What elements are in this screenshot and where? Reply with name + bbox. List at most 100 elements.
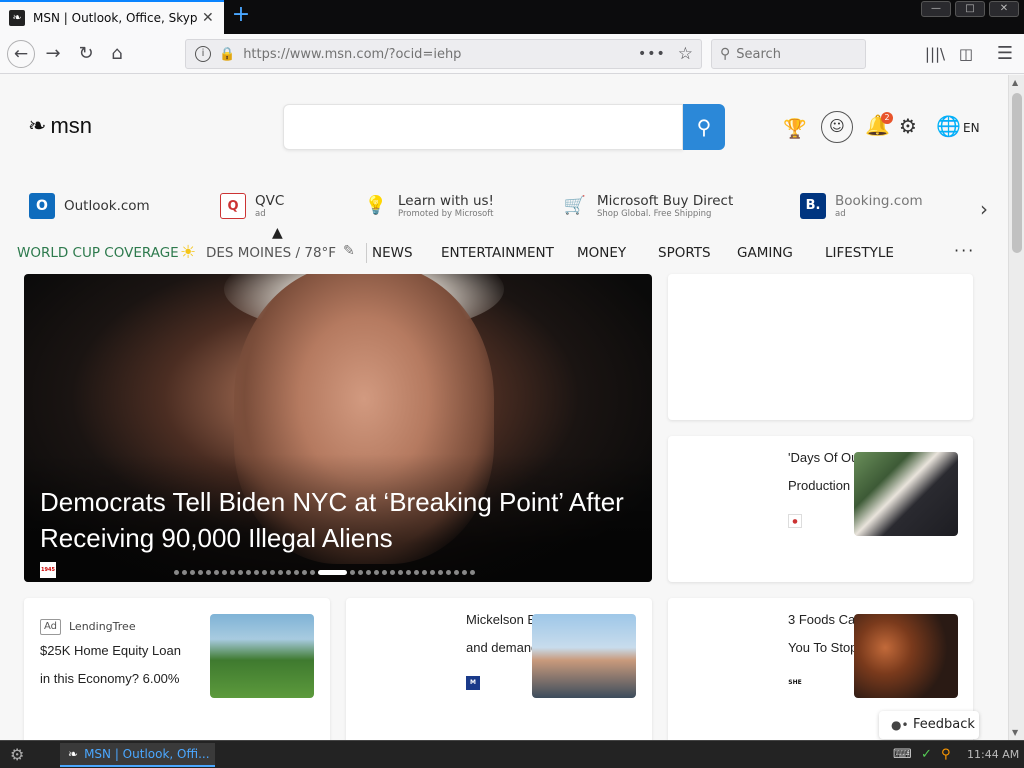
info-icon[interactable]: i bbox=[195, 46, 211, 62]
chevron-right-icon[interactable]: › bbox=[980, 197, 988, 221]
carousel-dot[interactable] bbox=[438, 570, 443, 575]
bookmark-star-icon[interactable]: ☆ bbox=[678, 44, 693, 64]
hero-headline[interactable]: Democrats Tell Biden NYC at ‘Breaking Po… bbox=[40, 484, 630, 556]
page-scrollbar[interactable]: ▲ ▼ bbox=[1008, 75, 1024, 740]
carousel-dot[interactable] bbox=[230, 570, 235, 575]
search-tray-icon[interactable]: ⚲ bbox=[941, 747, 951, 762]
carousel-dot[interactable] bbox=[462, 570, 467, 575]
carousel-dot[interactable] bbox=[454, 570, 459, 575]
account-icon[interactable]: ☺ bbox=[821, 111, 853, 143]
nav-divider bbox=[366, 243, 367, 263]
scroll-down-icon[interactable]: ▼ bbox=[1012, 728, 1018, 737]
msn-search-button[interactable]: ⚲ bbox=[683, 104, 725, 150]
url-bar[interactable]: i 🔒 https://www.msn.com/?ocid=iehp ••• ☆ bbox=[185, 39, 702, 69]
carousel-dot[interactable] bbox=[206, 570, 211, 575]
msn-search-input[interactable] bbox=[283, 104, 683, 150]
carousel-dot[interactable] bbox=[222, 570, 227, 575]
reload-button[interactable]: ↻ bbox=[73, 41, 99, 67]
feedback-button[interactable]: ●• Feedback bbox=[879, 711, 979, 739]
forward-button[interactable]: → bbox=[40, 41, 66, 67]
carousel-dot[interactable] bbox=[366, 570, 371, 575]
carousel-dot[interactable] bbox=[182, 570, 187, 575]
menu-icon[interactable]: ☰ bbox=[992, 41, 1018, 67]
carousel-dot[interactable] bbox=[470, 570, 475, 575]
minimize-button[interactable]: — bbox=[921, 1, 951, 17]
feedback-label: Feedback bbox=[913, 717, 975, 732]
carousel-dot[interactable] bbox=[302, 570, 307, 575]
nav-world-cup[interactable]: WORLD CUP COVERAGE bbox=[17, 245, 179, 261]
scrollbar-thumb[interactable] bbox=[1012, 93, 1022, 253]
carousel-dot[interactable] bbox=[414, 570, 419, 575]
settings-gear-icon[interactable]: ⚙ bbox=[899, 114, 917, 138]
active-tab[interactable]: ❧ MSN | Outlook, Office, Skype ✕ bbox=[0, 0, 224, 34]
edit-pencil-icon[interactable]: ✎ bbox=[343, 243, 355, 259]
home-button[interactable]: ⌂ bbox=[104, 41, 130, 67]
carousel-dot[interactable] bbox=[174, 570, 179, 575]
msn-logo[interactable]: ❧ msn bbox=[28, 113, 92, 139]
carousel-dot[interactable] bbox=[398, 570, 403, 575]
carousel-dot[interactable] bbox=[214, 570, 219, 575]
maximize-button[interactable]: □ bbox=[955, 1, 985, 17]
close-window-button[interactable]: ✕ bbox=[989, 1, 1019, 17]
language-globe-icon[interactable]: 🌐 bbox=[936, 114, 961, 138]
carousel-dot[interactable] bbox=[350, 570, 355, 575]
news-card-mickelson[interactable]: Mickelson BLASTS PGA tour and demands 'p… bbox=[346, 598, 652, 740]
weather-location[interactable]: DES MOINES / 78°F bbox=[206, 245, 336, 261]
close-tab-icon[interactable]: ✕ bbox=[202, 10, 214, 26]
top-site-microsoft-buy-direct[interactable]: 🛒 Microsoft Buy Direct Shop Global. Free … bbox=[562, 193, 733, 219]
carousel-dot[interactable] bbox=[238, 570, 243, 575]
new-tab-button[interactable]: + bbox=[230, 4, 252, 28]
carousel-dot[interactable] bbox=[286, 570, 291, 575]
carousel-dot[interactable] bbox=[310, 570, 315, 575]
carousel-dot[interactable] bbox=[270, 570, 275, 575]
carousel-dot[interactable] bbox=[406, 570, 411, 575]
carousel-dot[interactable] bbox=[422, 570, 427, 575]
library-icon[interactable]: |||\ bbox=[922, 41, 948, 67]
rewards-trophy-icon[interactable]: 🏆 bbox=[783, 117, 807, 140]
carousel-dot[interactable] bbox=[190, 570, 195, 575]
carousel-dot[interactable] bbox=[382, 570, 387, 575]
cart-icon: 🛒 bbox=[563, 195, 587, 216]
carousel-dot[interactable] bbox=[390, 570, 395, 575]
carousel-dot[interactable] bbox=[198, 570, 203, 575]
language-label[interactable]: EN bbox=[963, 121, 980, 135]
keyboard-icon[interactable]: ⌨ bbox=[893, 747, 912, 762]
page-actions-icon[interactable]: ••• bbox=[638, 46, 666, 62]
search-field[interactable]: ⚲ Search bbox=[711, 39, 866, 69]
top-site-learn[interactable]: 💡 Learn with us! Promoted by Microsoft bbox=[363, 193, 494, 219]
nav-news[interactable]: NEWS bbox=[372, 245, 413, 261]
top-site-outlook[interactable]: O Outlook.com bbox=[29, 193, 150, 219]
nav-money[interactable]: MONEY bbox=[577, 245, 626, 261]
url-text[interactable]: https://www.msn.com/?ocid=iehp bbox=[243, 47, 638, 62]
scroll-up-icon[interactable]: ▲ bbox=[1012, 78, 1018, 87]
nav-gaming[interactable]: GAMING bbox=[737, 245, 793, 261]
placeholder-card bbox=[668, 274, 973, 420]
top-site-qvc[interactable]: Q QVC ad bbox=[220, 193, 284, 219]
nav-lifestyle[interactable]: LIFESTYLE bbox=[825, 245, 894, 261]
msn-favicon-icon: ❧ bbox=[9, 10, 25, 26]
carousel-dot[interactable] bbox=[318, 570, 347, 575]
news-card-days[interactable]: 'Days Of Our Lives' Production ● bbox=[668, 436, 973, 582]
carousel-dot[interactable] bbox=[278, 570, 283, 575]
carousel-dot[interactable] bbox=[254, 570, 259, 575]
carousel-dots[interactable] bbox=[174, 570, 475, 575]
clock: 11:44 AM bbox=[967, 748, 1020, 761]
start-menu-icon[interactable]: ⚙ bbox=[10, 745, 24, 764]
carousel-dot[interactable] bbox=[374, 570, 379, 575]
hero-story[interactable]: Democrats Tell Biden NYC at ‘Breaking Po… bbox=[24, 274, 652, 582]
taskbar-window-button[interactable]: ❧ MSN | Outlook, Offi... bbox=[60, 743, 215, 767]
top-site-booking[interactable]: B. Booking.com ad bbox=[800, 193, 923, 219]
network-icon[interactable]: ✓ bbox=[921, 747, 932, 762]
back-button[interactable]: ← bbox=[7, 40, 35, 68]
nav-entertainment[interactable]: ENTERTAINMENT bbox=[441, 245, 554, 261]
more-nav-icon[interactable]: ··· bbox=[954, 241, 975, 260]
carousel-dot[interactable] bbox=[430, 570, 435, 575]
carousel-dot[interactable] bbox=[358, 570, 363, 575]
carousel-dot[interactable] bbox=[262, 570, 267, 575]
carousel-dot[interactable] bbox=[246, 570, 251, 575]
sidebar-icon[interactable]: ◫ bbox=[953, 41, 979, 67]
ad-title[interactable]: $25K Home Equity Loan in this Economy? 6… bbox=[40, 637, 210, 693]
carousel-dot[interactable] bbox=[446, 570, 451, 575]
nav-sports[interactable]: SPORTS bbox=[658, 245, 711, 261]
carousel-dot[interactable] bbox=[294, 570, 299, 575]
